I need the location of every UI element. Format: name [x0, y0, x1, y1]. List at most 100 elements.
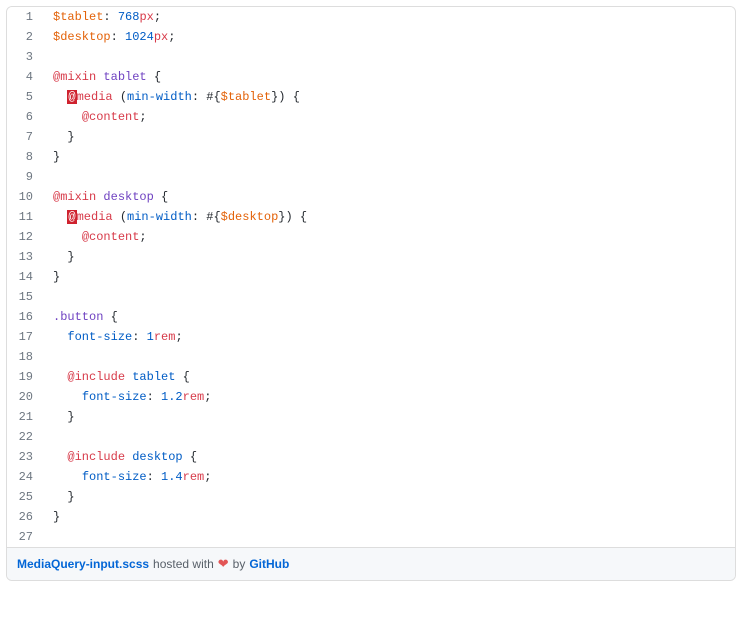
code-token: ; [168, 30, 175, 44]
line-number[interactable]: 10 [7, 187, 43, 207]
code-content: } [43, 407, 75, 427]
code-content: } [43, 247, 75, 267]
footer-by-text: by [233, 557, 246, 571]
code-token: 1.2 [161, 390, 183, 404]
code-token: { [161, 190, 168, 204]
code-content: $desktop: 1024px; [43, 27, 175, 47]
line-number[interactable]: 11 [7, 207, 43, 227]
line-number[interactable]: 26 [7, 507, 43, 527]
code-token: @content [82, 230, 140, 244]
code-line: 21 } [7, 407, 735, 427]
line-number[interactable]: 2 [7, 27, 43, 47]
line-number[interactable]: 1 [7, 7, 43, 27]
line-number[interactable]: 9 [7, 167, 43, 187]
code-token [53, 490, 67, 504]
code-token: 1024 [125, 30, 154, 44]
code-content [43, 287, 53, 307]
code-line: 13 } [7, 247, 735, 267]
code-token: { [190, 450, 197, 464]
footer-hosted-text: hosted with [153, 557, 214, 571]
code-content [43, 347, 53, 367]
code-token [53, 110, 82, 124]
code-token: min-width [127, 210, 192, 224]
line-number[interactable]: 12 [7, 227, 43, 247]
code-line: 27 [7, 527, 735, 547]
code-content: .button { [43, 307, 118, 327]
code-token: px [154, 30, 168, 44]
code-token [53, 130, 67, 144]
line-number[interactable]: 4 [7, 67, 43, 87]
code-token: 768 [118, 10, 140, 24]
code-line: 17 font-size: 1rem; [7, 327, 735, 347]
code-token: ) [285, 210, 299, 224]
code-token: } [67, 490, 74, 504]
github-link[interactable]: GitHub [249, 557, 289, 571]
code-token: desktop [103, 190, 153, 204]
line-number[interactable]: 18 [7, 347, 43, 367]
line-number[interactable]: 3 [7, 47, 43, 67]
code-line: 16.button { [7, 307, 735, 327]
code-token: ; [154, 10, 161, 24]
code-line: 10@mixin desktop { [7, 187, 735, 207]
code-line: 8} [7, 147, 735, 167]
code-token [183, 450, 190, 464]
line-number[interactable]: 27 [7, 527, 43, 547]
code-token [53, 390, 82, 404]
code-token: media [77, 90, 113, 104]
code-token: min-width [127, 90, 192, 104]
gist-container: 1$tablet: 768px;2$desktop: 1024px;34@mix… [6, 6, 736, 581]
code-content: @media (min-width: #{$desktop}) { [43, 207, 307, 227]
line-number[interactable]: 5 [7, 87, 43, 107]
line-number[interactable]: 22 [7, 427, 43, 447]
code-content [43, 427, 53, 447]
code-line: 3 [7, 47, 735, 67]
line-number[interactable]: 23 [7, 447, 43, 467]
line-number[interactable]: 13 [7, 247, 43, 267]
line-number[interactable]: 25 [7, 487, 43, 507]
code-content [43, 47, 53, 67]
code-token: @include [67, 450, 125, 464]
line-number[interactable]: 7 [7, 127, 43, 147]
code-token: rem [183, 390, 205, 404]
code-token: : [111, 30, 125, 44]
line-number[interactable]: 21 [7, 407, 43, 427]
code-token: ( [113, 90, 127, 104]
line-number[interactable]: 20 [7, 387, 43, 407]
code-line: 18 [7, 347, 735, 367]
code-token: $tablet [53, 10, 103, 24]
line-number[interactable]: 6 [7, 107, 43, 127]
code-token: ( [113, 210, 127, 224]
code-token: { [154, 70, 161, 84]
line-number[interactable]: 8 [7, 147, 43, 167]
line-number[interactable]: 15 [7, 287, 43, 307]
line-number[interactable]: 24 [7, 467, 43, 487]
filename-link[interactable]: MediaQuery-input.scss [17, 557, 149, 571]
code-token: @mixin [53, 70, 96, 84]
code-line: 7 } [7, 127, 735, 147]
code-token [53, 450, 67, 464]
line-number[interactable]: 17 [7, 327, 43, 347]
code-token [103, 310, 110, 324]
code-line: 26} [7, 507, 735, 527]
code-area: 1$tablet: 768px;2$desktop: 1024px;34@mix… [7, 7, 735, 547]
code-line: 23 @include desktop { [7, 447, 735, 467]
code-line: 24 font-size: 1.4rem; [7, 467, 735, 487]
code-token [154, 190, 161, 204]
code-token [53, 230, 82, 244]
code-token: } [53, 270, 60, 284]
code-content: } [43, 487, 75, 507]
code-line: 6 @content; [7, 107, 735, 127]
line-number[interactable]: 14 [7, 267, 43, 287]
code-token [53, 470, 82, 484]
code-token: ; [175, 330, 182, 344]
code-token: rem [154, 330, 176, 344]
line-number[interactable]: 19 [7, 367, 43, 387]
code-token: font-size [82, 390, 147, 404]
code-token: desktop [132, 450, 182, 464]
code-token: $tablet [221, 90, 271, 104]
code-token: font-size [67, 330, 132, 344]
code-content: font-size: 1rem; [43, 327, 183, 347]
code-token [53, 370, 67, 384]
line-number[interactable]: 16 [7, 307, 43, 327]
code-token: } [53, 510, 60, 524]
